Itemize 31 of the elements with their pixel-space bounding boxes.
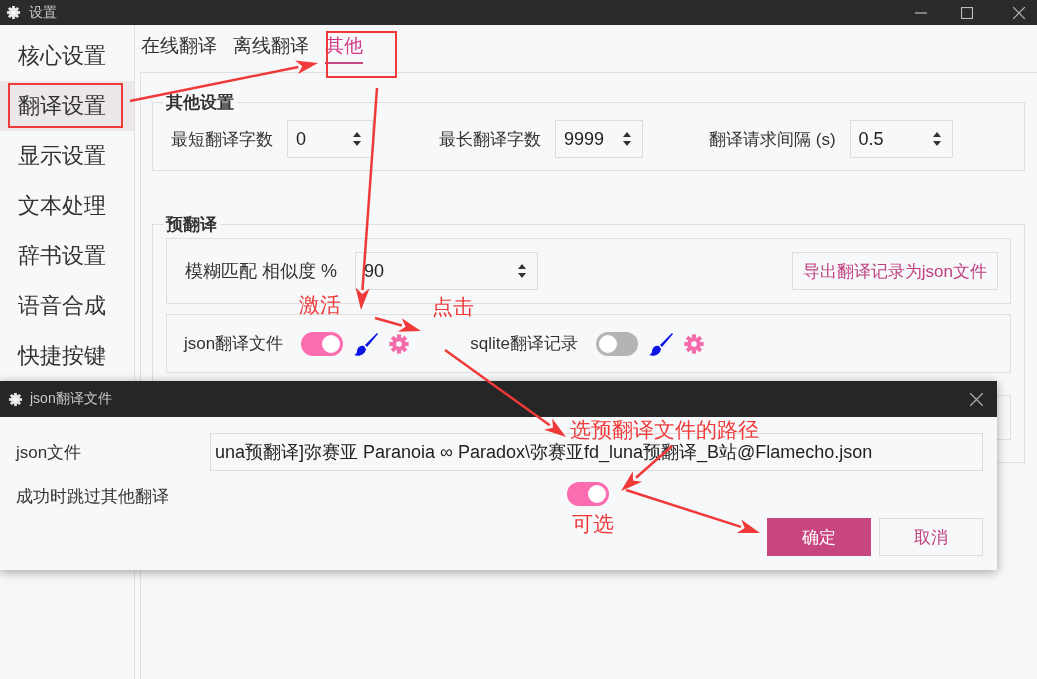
sidebar-item[interactable]: 快捷按键 xyxy=(0,331,134,381)
field-label: 翻译请求间隔 (s) xyxy=(709,128,836,151)
sidebar-item[interactable]: 核心设置 xyxy=(0,31,134,81)
annotation-label: 点击 xyxy=(432,296,474,317)
group-title: 其他设置 xyxy=(165,92,235,114)
tab[interactable]: 在线翻译 xyxy=(141,31,217,64)
sidebar-item[interactable]: 语音合成 xyxy=(0,281,134,331)
number-field[interactable]: 9999 xyxy=(555,120,643,158)
export-button[interactable]: 导出翻译记录为json文件 xyxy=(791,252,998,290)
tab[interactable]: 离线翻译 xyxy=(233,31,309,64)
annotation-label: 激活 xyxy=(299,294,341,315)
cancel-button[interactable]: 取消 xyxy=(879,518,983,556)
option-label: sqlite翻译记录 xyxy=(470,333,578,355)
field-label: 模糊匹配 相似度 % xyxy=(185,260,337,283)
number-field[interactable]: 0.5 xyxy=(849,120,953,158)
sidebar-item[interactable]: 辞书设置 xyxy=(0,231,134,281)
dialog-title: json翻译文件 xyxy=(30,390,112,408)
sidebar-item[interactable]: 显示设置 xyxy=(0,131,134,181)
window-title: 设置 xyxy=(29,3,57,22)
field-label: json文件 xyxy=(16,441,82,464)
confirm-button[interactable]: 确定 xyxy=(767,518,871,556)
sidebar-item[interactable]: 文本处理 xyxy=(0,181,134,231)
number-field[interactable]: 90 xyxy=(355,252,538,290)
group-title: 预翻译 xyxy=(164,214,218,236)
number-field[interactable]: 0 xyxy=(287,120,373,158)
option-label: json翻译文件 xyxy=(184,333,284,355)
option-label: 成功时跳过其他翻译 xyxy=(16,485,169,508)
field-label: 最短翻译字数 xyxy=(171,128,273,151)
annotation-label: 可选 xyxy=(572,513,614,534)
sidebar-item[interactable]: 翻译设置 xyxy=(0,81,134,131)
field-label: 最长翻译字数 xyxy=(439,128,541,151)
